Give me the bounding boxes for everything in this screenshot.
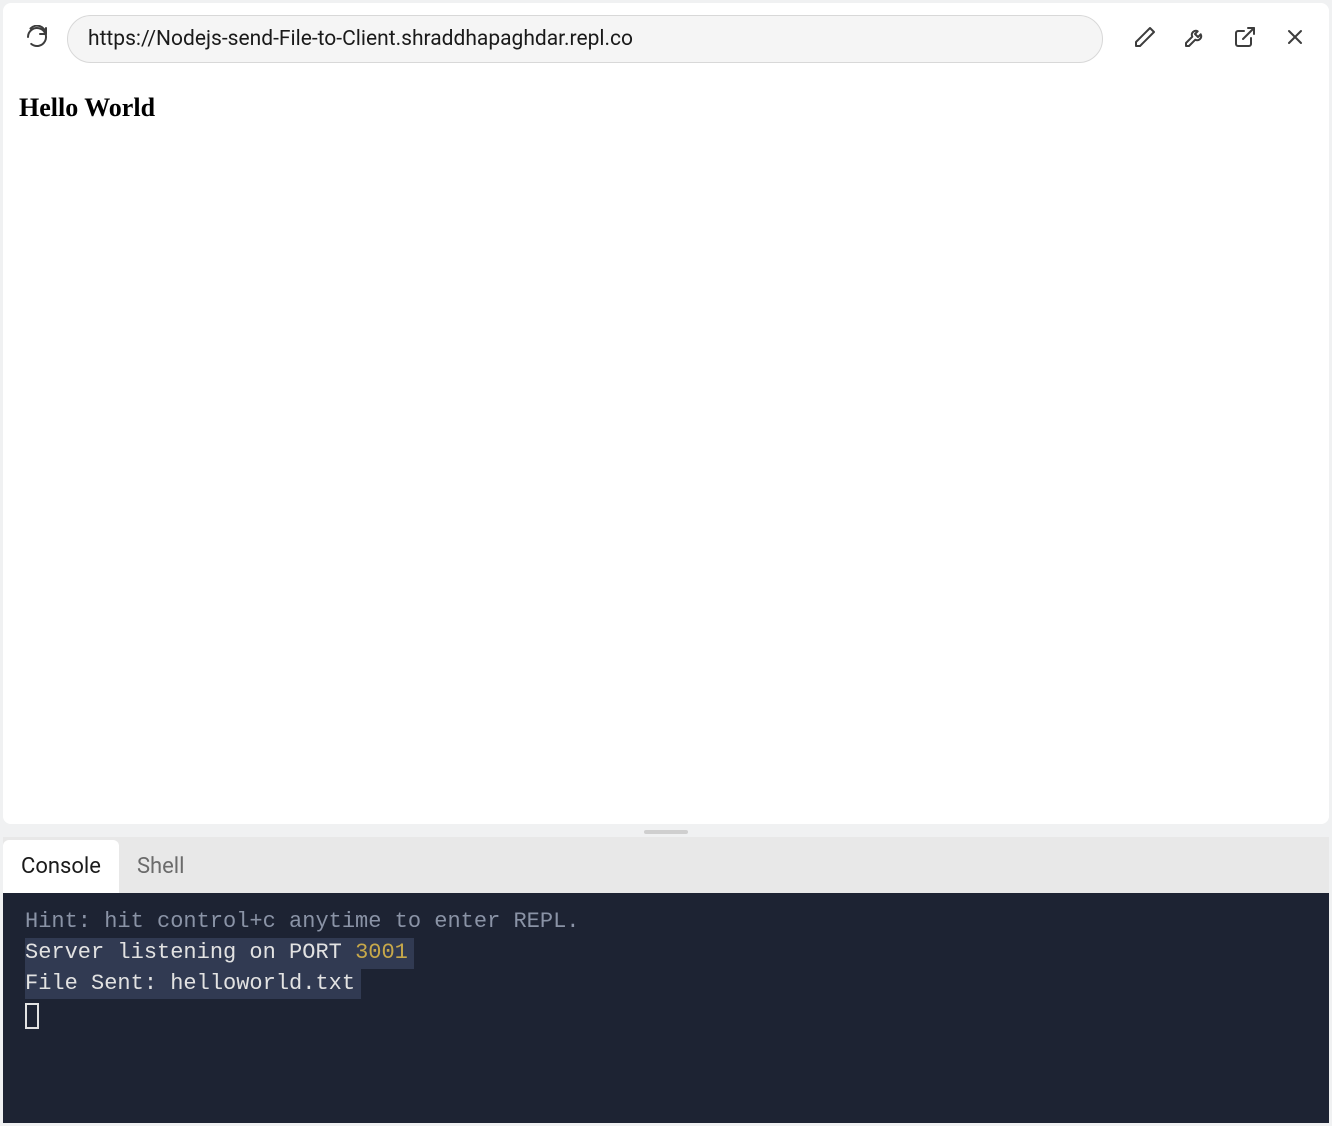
external-link-icon	[1233, 25, 1257, 53]
pencil-icon	[1133, 25, 1157, 53]
terminal-pane: Console Shell Hint: hit control+c anytim…	[3, 837, 1329, 1123]
browser-toolbar	[3, 3, 1329, 75]
terminal-tabs: Console Shell	[3, 837, 1329, 893]
browser-pane: Hello World	[3, 3, 1329, 824]
console-output[interactable]: Hint: hit control+c anytime to enter REP…	[3, 893, 1329, 1123]
devtools-button[interactable]	[1179, 23, 1211, 55]
console-hint-line: Hint: hit control+c anytime to enter REP…	[25, 907, 1307, 938]
toolbar-actions	[1129, 23, 1311, 55]
page-content: Hello World	[3, 75, 1329, 824]
tab-console[interactable]: Console	[3, 840, 119, 893]
page-heading: Hello World	[19, 93, 1313, 123]
console-text: Server listening on PORT	[25, 940, 355, 965]
refresh-icon	[25, 25, 49, 53]
console-text: File Sent: helloworld.txt	[25, 969, 361, 1000]
grip-icon	[644, 830, 688, 834]
console-line: Server listening on PORT 3001	[25, 938, 1307, 969]
refresh-button[interactable]	[21, 23, 53, 55]
pane-resize-handle[interactable]	[0, 827, 1332, 837]
url-input[interactable]	[67, 15, 1103, 63]
open-external-button[interactable]	[1229, 23, 1261, 55]
wrench-icon	[1183, 25, 1207, 53]
close-icon	[1283, 25, 1307, 53]
edit-button[interactable]	[1129, 23, 1161, 55]
cursor-icon	[25, 1003, 39, 1029]
tab-shell[interactable]: Shell	[119, 840, 203, 893]
console-line: File Sent: helloworld.txt	[25, 969, 1307, 1000]
close-button[interactable]	[1279, 23, 1311, 55]
console-port: 3001	[355, 940, 408, 965]
